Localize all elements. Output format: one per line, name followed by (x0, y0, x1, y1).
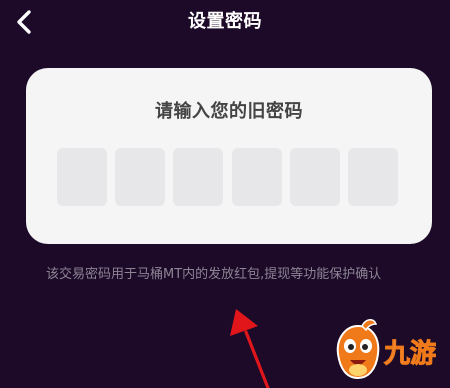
top-bar: 设置密码 (0, 0, 450, 48)
card-title: 请输入您的旧密码 (155, 101, 303, 122)
watermark-logo: 九游 (332, 318, 444, 382)
password-digit-box[interactable] (115, 148, 166, 206)
arrow-head (230, 309, 258, 336)
password-hint-text: 该交易密码用于马桶MT内的发放红包,提现等功能保护确认 (46, 267, 382, 282)
watermark-text: 九游 (383, 339, 436, 369)
password-digit-box[interactable] (231, 148, 282, 206)
password-digit-inputs[interactable] (57, 148, 398, 206)
password-digit-box[interactable] (57, 148, 107, 206)
page-title: 设置密码 (188, 11, 262, 32)
password-card: 请输入您的旧密码 (26, 68, 432, 244)
watermark-text-art: 九游 (383, 339, 437, 370)
password-digit-box[interactable] (347, 148, 398, 206)
password-digit-box[interactable] (173, 148, 224, 206)
password-digit-box[interactable] (289, 148, 340, 206)
